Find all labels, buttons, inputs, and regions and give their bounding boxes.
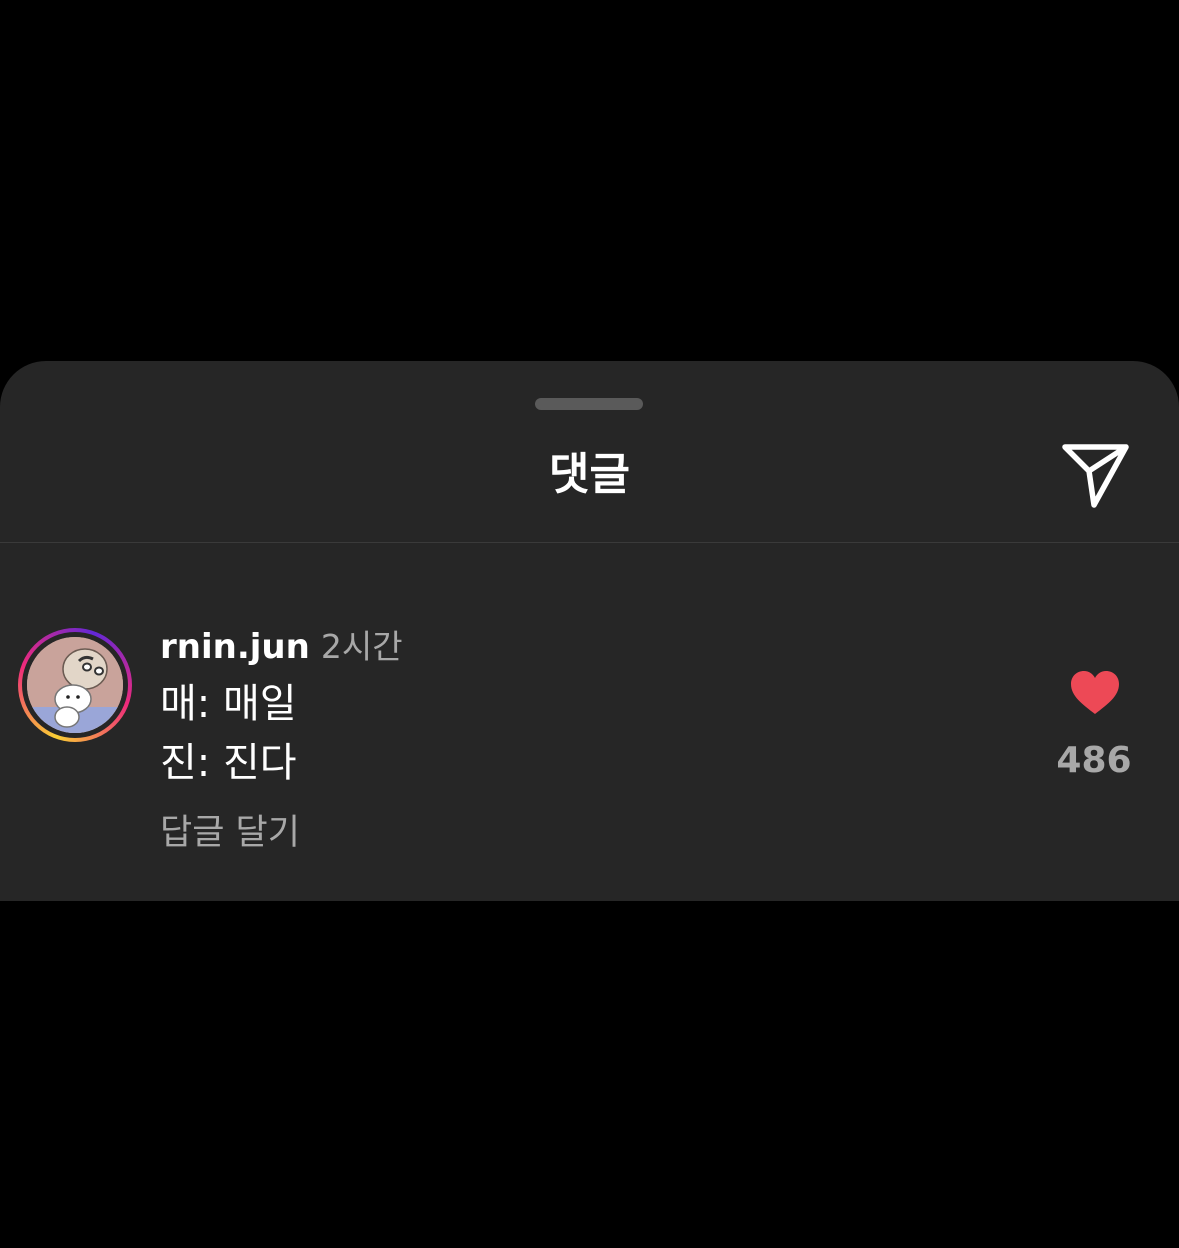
comment-header: rnin.jun 2시간 [160,625,403,675]
heart-icon [1071,671,1119,714]
comment-username[interactable]: rnin.jun [160,627,310,667]
share-button[interactable] [1058,439,1134,509]
sheet-grabber[interactable] [535,398,643,410]
comments-sheet: 댓글 rnin.jun 2시간 매: 매일 진: 진다 답글 달기 486 [0,361,1179,901]
paper-plane-icon [1062,444,1129,508]
screen: 댓글 rnin.jun 2시간 매: 매일 진: 진다 답글 달기 486 [0,0,1179,1248]
comment-text-line: 진: 진다 [160,740,297,786]
comment-timestamp: 2시간 [320,627,403,666]
avatar [27,637,123,733]
like-button[interactable] [1068,668,1122,718]
avatar-story-ring[interactable] [18,628,132,742]
reply-button[interactable]: 답글 달기 [160,811,300,855]
sheet-title: 댓글 [549,449,630,500]
avatar-image [27,637,123,733]
comment-item: rnin.jun 2시간 매: 매일 진: 진다 답글 달기 486 [0,623,1179,863]
comment-text-line: 매: 매일 [160,681,297,727]
like-count: 486 [1056,740,1132,781]
header-divider [0,542,1179,543]
